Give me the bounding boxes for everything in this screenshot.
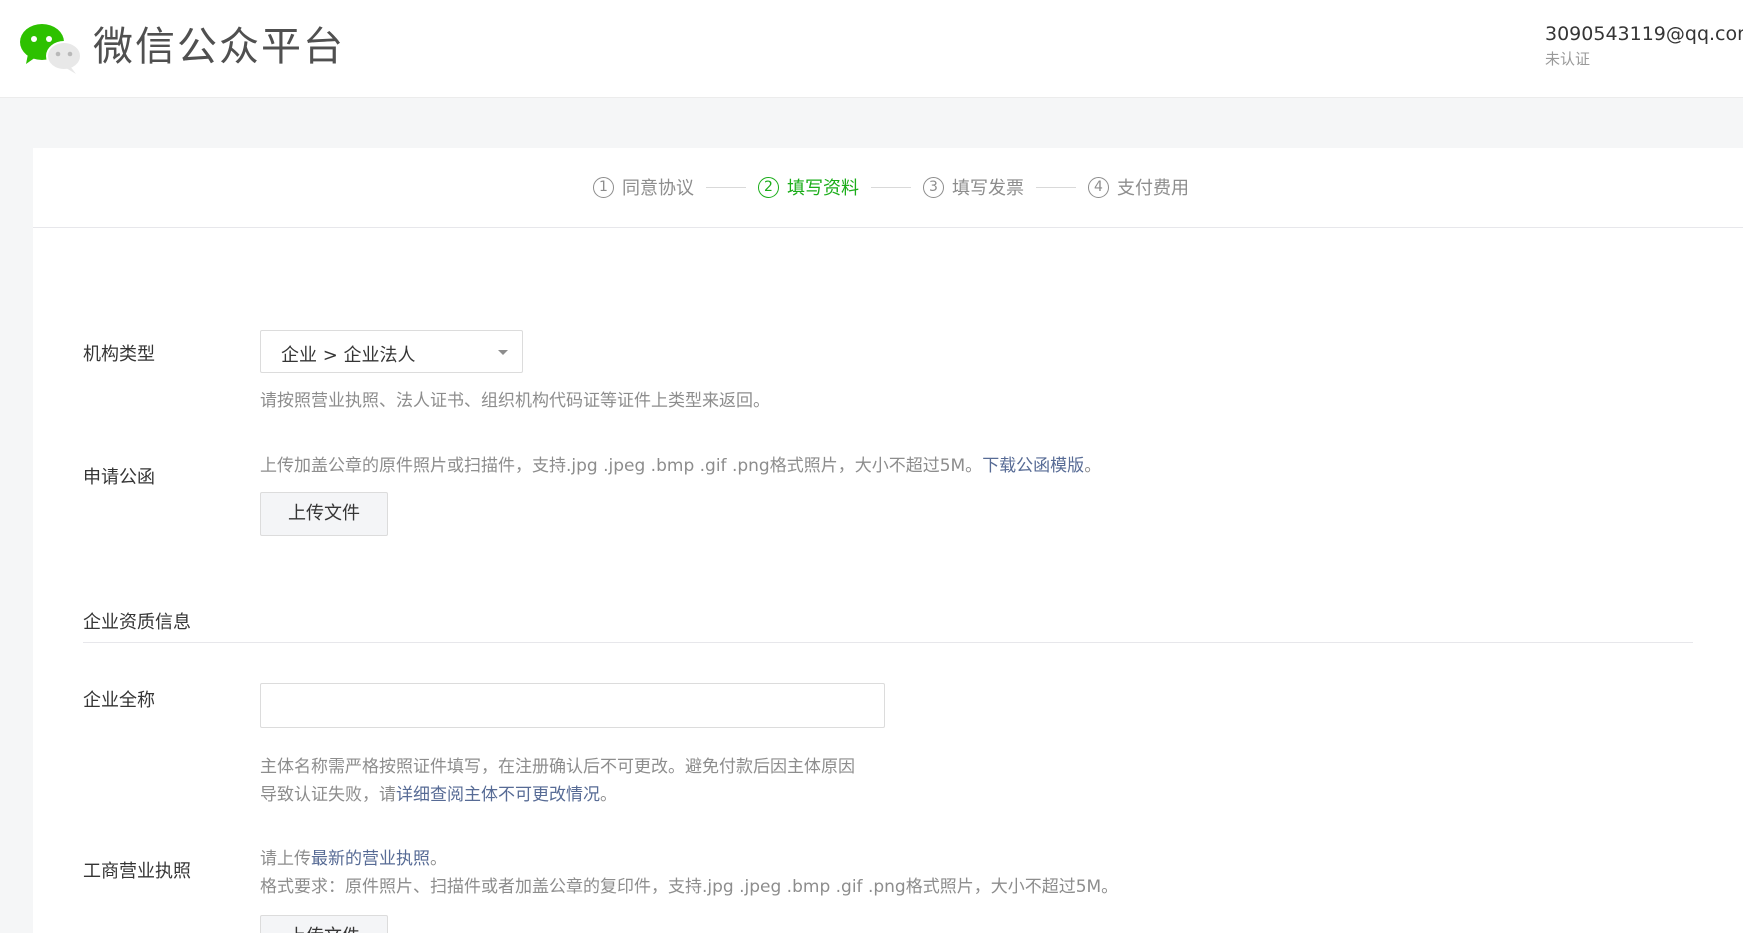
step-connector [706,186,746,188]
step-connector [871,186,911,188]
letter-label: 申请公函 [83,467,155,488]
license-tip-line2: 格式要求：原件照片、扫描件或者加盖公章的复印件，支持.jpg .jpeg .bm… [260,877,1119,897]
main-panel: 1 同意协议 2 填写资料 3 填写发票 4 支付费用 [33,148,1743,933]
progress-steps: 1 同意协议 2 填写资料 3 填写发票 4 支付费用 [593,172,1189,202]
license-tip: 请上传最新的营业执照。 格式要求：原件照片、扫描件或者加盖公章的复印件，支持.j… [260,845,1118,901]
license-label: 工商营业执照 [83,861,191,882]
latest-license-link[interactable]: 最新的营业执照 [311,849,430,869]
step-label: 同意协议 [622,178,694,199]
platform-title: 微信公众平台 [93,24,345,70]
org-type-tip: 请按照营业执照、法人证书、组织机构代码证等证件上类型来返回。 [260,391,770,411]
step-number: 2 [758,176,779,198]
step-payment[interactable]: 4 支付费用 [1088,174,1189,200]
tip-text: 。 [600,785,617,805]
upload-license-button[interactable]: 上传文件 [260,915,388,933]
top-header: 微信公众平台 3090543119@qq.com 未认证 [0,0,1743,98]
account-status: 未认证 [1545,50,1591,68]
step-fill-info[interactable]: 2 填写资料 [758,174,859,200]
chevron-down-icon [498,350,508,355]
letter-tip: 上传加盖公章的原件照片或扫描件，支持.jpg .jpeg .bmp .gif .… [260,452,1101,480]
tip-text: 请上传 [260,849,311,869]
letter-tip-text: 上传加盖公章的原件照片或扫描件，支持.jpg .jpeg .bmp .gif .… [260,456,983,476]
account-email[interactable]: 3090543119@qq.com [1545,22,1743,46]
subject-change-link[interactable]: 详细查阅主体不可更改情况 [396,785,600,805]
step-label: 填写发票 [952,178,1024,199]
letter-tip-end: 。 [1084,456,1102,476]
company-name-input[interactable] [260,683,885,728]
org-type-label: 机构类型 [83,344,155,365]
account-info[interactable]: 3090543119@qq.com 未认证 [1545,22,1743,70]
step-label: 填写资料 [787,178,859,199]
step-invoice[interactable]: 3 填写发票 [923,174,1024,200]
step-number: 4 [1088,176,1109,198]
step-number: 3 [923,176,944,198]
section-divider [83,642,1693,643]
section-title: 企业资质信息 [83,612,191,633]
company-name-tip: 主体名称需严格按照证件填写，在注册确认后不可更改。避免付款后因主体原因 导致认证… [260,753,855,809]
company-name-tip-line2: 导致认证失败，请详细查阅主体不可更改情况。 [260,781,855,809]
upload-letter-button[interactable]: 上传文件 [260,492,388,536]
step-agree[interactable]: 1 同意协议 [593,174,694,200]
org-type-select[interactable]: 企业 > 企业法人 [260,330,523,373]
company-name-tip-line1: 主体名称需严格按照证件填写，在注册确认后不可更改。避免付款后因主体原因 [260,757,855,777]
steps-bar: 1 同意协议 2 填写资料 3 填写发票 4 支付费用 [33,148,1743,228]
step-number: 1 [593,176,614,198]
org-type-value: 企业 > 企业法人 [281,345,416,366]
tip-text: 。 [430,849,447,869]
step-label: 支付费用 [1117,178,1189,199]
download-template-link[interactable]: 下载公函模版 [982,456,1084,476]
step-connector [1036,186,1076,188]
wechat-logo-icon [20,24,82,74]
license-tip-line1: 请上传最新的营业执照。 [260,845,1118,873]
tip-text: 导致认证失败，请 [260,785,396,805]
company-name-label: 企业全称 [83,690,155,711]
